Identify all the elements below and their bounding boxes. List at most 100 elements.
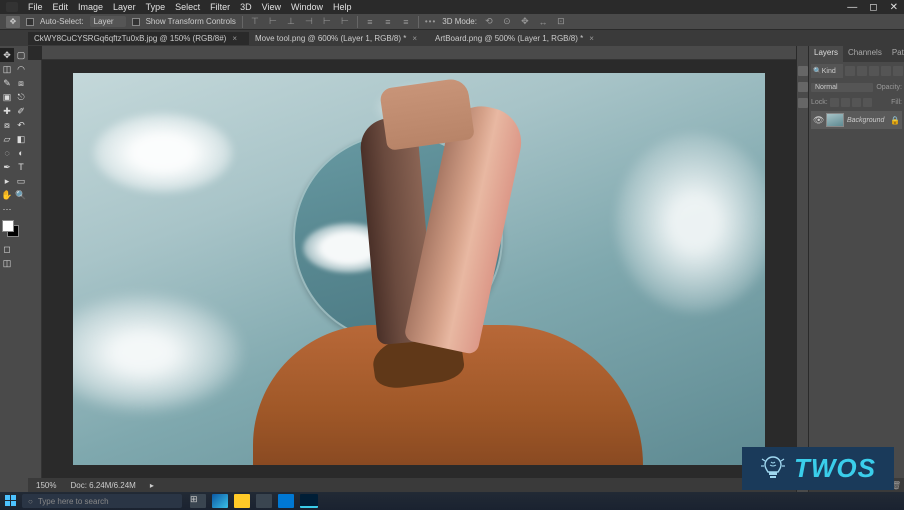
document-info[interactable]: Doc: 6.24M/6.24M [70, 481, 135, 490]
close-tab-icon[interactable]: × [589, 34, 594, 43]
move-tool[interactable]: ✥ [0, 48, 14, 62]
menu-view[interactable]: View [262, 2, 281, 12]
menu-filter[interactable]: Filter [210, 2, 230, 12]
marquee-tool[interactable]: ◫ [0, 62, 14, 76]
hand-tool[interactable]: ✋ [0, 188, 14, 202]
align-right-icon[interactable]: ⊢ [339, 16, 351, 28]
filter-shape-icon[interactable] [881, 66, 891, 76]
menu-window[interactable]: Window [291, 2, 323, 12]
dodge-tool[interactable]: ◐ [14, 146, 28, 160]
tab-document-3[interactable]: ArtBoard.png @ 500% (Layer 1, RGB/8) * × [429, 32, 606, 45]
edit-toolbar-icon[interactable]: ⋯ [0, 202, 14, 216]
healing-brush-tool[interactable]: ✚ [0, 104, 14, 118]
distribute-bottom-icon[interactable]: ≡ [400, 16, 412, 28]
layer-thumbnail[interactable] [826, 113, 844, 127]
lasso-tool[interactable]: ◠ [14, 62, 28, 76]
window-close-icon[interactable]: ✕ [890, 2, 898, 13]
tab-document-2[interactable]: Move tool.png @ 600% (Layer 1, RGB/8) * … [249, 32, 429, 45]
layer-visibility-icon[interactable]: 👁 [813, 115, 823, 126]
status-arrow-icon[interactable]: ▸ [150, 481, 154, 490]
align-top-icon[interactable]: ⊤ [249, 16, 261, 28]
menu-file[interactable]: File [28, 2, 43, 12]
align-bottom-icon[interactable]: ⊥ [285, 16, 297, 28]
distribute-vcenter-icon[interactable]: ≡ [382, 16, 394, 28]
screen-mode-icon[interactable]: ◫ [0, 256, 14, 270]
menu-3d[interactable]: 3D [240, 2, 252, 12]
menu-edit[interactable]: Edit [53, 2, 69, 12]
taskbar-app-mail[interactable] [278, 494, 294, 508]
frame-tool[interactable]: ▣ [0, 90, 14, 104]
taskbar-app-photoshop[interactable] [300, 494, 318, 508]
taskbar-search[interactable]: ○ Type here to search [22, 494, 182, 508]
lock-all-icon[interactable] [863, 98, 872, 107]
collapsed-panel-icon[interactable] [798, 66, 808, 76]
blend-mode-dropdown[interactable]: Normal [811, 83, 873, 92]
distribute-top-icon[interactable]: ≡ [364, 16, 376, 28]
gradient-tool[interactable]: ◧ [14, 132, 28, 146]
history-brush-tool[interactable]: ↶ [14, 118, 28, 132]
eraser-tool[interactable]: ▱ [0, 132, 14, 146]
color-swatches[interactable] [2, 220, 26, 238]
clone-stamp-tool[interactable]: ⧇ [0, 118, 14, 132]
auto-select-dropdown[interactable]: Layer [90, 16, 126, 27]
more-options-icon[interactable]: ••• [425, 17, 436, 26]
move-tool-icon[interactable]: ✥ [6, 16, 20, 28]
start-button[interactable] [4, 494, 18, 508]
layer-name[interactable]: Background [847, 117, 887, 124]
taskbar-app-edge[interactable] [212, 494, 228, 508]
tab-document-1[interactable]: CkWY8CuCYSRGq6qftzTu0xB.jpg @ 150% (RGB/… [28, 32, 249, 45]
collapsed-panel-icon[interactable] [798, 82, 808, 92]
tab-channels[interactable]: Channels [843, 46, 887, 62]
close-tab-icon[interactable]: × [232, 34, 237, 43]
crop-tool[interactable]: ⧈ [14, 76, 28, 90]
type-tool[interactable]: T [14, 160, 28, 174]
lock-position-icon[interactable] [852, 98, 861, 107]
layer-filter-dropdown[interactable]: 🔍Kind [811, 64, 843, 78]
path-select-tool[interactable]: ▸ [0, 174, 14, 188]
tab-layers[interactable]: Layers [809, 46, 843, 62]
eyedropper-tool[interactable]: ⎋ [14, 90, 28, 104]
align-left-icon[interactable]: ⊣ [303, 16, 315, 28]
task-view-icon[interactable]: ⊞ [190, 494, 206, 508]
window-maximize-icon[interactable]: ◻ [869, 2, 877, 13]
align-hcenter-icon[interactable]: ⊢ [321, 16, 333, 28]
window-minimize-icon[interactable]: — [847, 2, 857, 13]
vertical-ruler[interactable] [28, 60, 42, 478]
horizontal-ruler[interactable] [42, 46, 796, 60]
canvas-area[interactable] [42, 60, 796, 478]
brush-tool[interactable]: ✐ [14, 104, 28, 118]
quick-select-tool[interactable]: ✎ [0, 76, 14, 90]
filter-pixel-icon[interactable] [845, 66, 855, 76]
pan-3d-icon[interactable]: ✥ [519, 16, 531, 28]
layer-row-background[interactable]: 👁 Background 🔒 [811, 111, 902, 129]
foreground-color-swatch[interactable] [2, 220, 14, 232]
menu-type[interactable]: Type [146, 2, 166, 12]
show-transform-checkbox[interactable] [132, 18, 140, 26]
pen-tool[interactable]: ✒ [0, 160, 14, 174]
menu-select[interactable]: Select [175, 2, 200, 12]
blur-tool[interactable]: ◌ [0, 146, 14, 160]
quick-mask-icon[interactable]: ◻ [0, 242, 14, 256]
filter-type-icon[interactable] [869, 66, 879, 76]
lock-transparency-icon[interactable] [830, 98, 839, 107]
artboard-tool[interactable]: ▢ [14, 48, 28, 62]
menu-image[interactable]: Image [78, 2, 103, 12]
zoom-3d-icon[interactable]: ⊡ [555, 16, 567, 28]
collapsed-panel-icon[interactable] [798, 98, 808, 108]
shape-tool[interactable]: ▭ [14, 174, 28, 188]
taskbar-app-explorer[interactable] [234, 494, 250, 508]
roll-3d-icon[interactable]: ⊙ [501, 16, 513, 28]
taskbar-app-store[interactable] [256, 494, 272, 508]
auto-select-checkbox[interactable] [26, 18, 34, 26]
lock-pixels-icon[interactable] [841, 98, 850, 107]
orbit-3d-icon[interactable]: ⟲ [483, 16, 495, 28]
filter-adjustment-icon[interactable] [857, 66, 867, 76]
align-vcenter-icon[interactable]: ⊢ [267, 16, 279, 28]
slide-3d-icon[interactable]: ↔ [537, 16, 549, 28]
zoom-tool[interactable]: 🔍 [14, 188, 28, 202]
menu-layer[interactable]: Layer [113, 2, 136, 12]
tab-paths[interactable]: Paths [887, 46, 904, 62]
zoom-level[interactable]: 150% [36, 481, 56, 490]
document-canvas[interactable] [73, 73, 765, 465]
menu-help[interactable]: Help [333, 2, 352, 12]
